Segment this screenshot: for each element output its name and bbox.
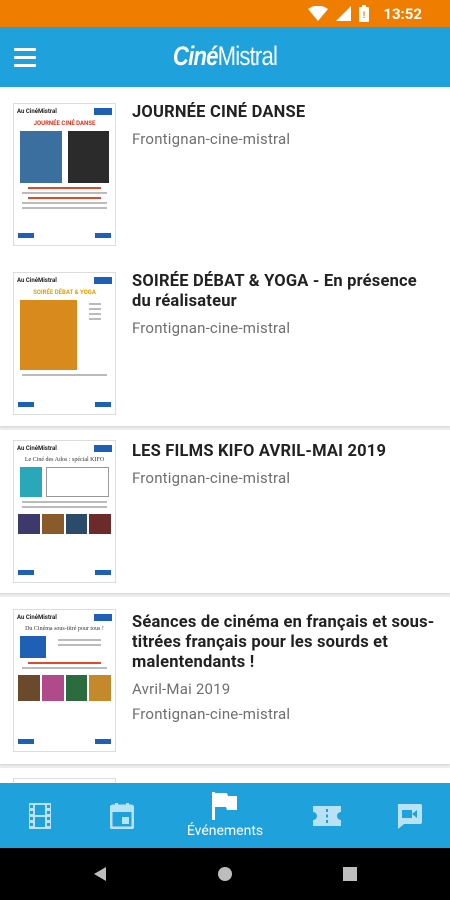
event-poster: Au CinéMistral JOURNÉE CINÉ DANSE: [13, 103, 116, 246]
nav-films[interactable]: [0, 783, 85, 848]
status-bar: ! 13:52: [0, 0, 450, 27]
event-card[interactable]: Au CinéMistral JOURNÉE CINÉ DANSE JOURNÉ…: [0, 87, 450, 262]
event-list[interactable]: Au CinéMistral JOURNÉE CINÉ DANSE JOURNÉ…: [0, 87, 450, 783]
nav-calendar[interactable]: [77, 783, 167, 848]
bottom-nav: Événements: [0, 783, 450, 848]
flag-icon: [212, 792, 237, 820]
nav-events-label: Événements: [186, 823, 264, 839]
nav-tickets[interactable]: [282, 783, 372, 848]
home-button[interactable]: [213, 862, 237, 886]
event-card[interactable]: Au CinéMistral SOIRÉE DÉBAT & YOGA SOIRÉ…: [0, 262, 450, 426]
event-card[interactable]: Au CinéMistral Du Cinéma sous-titré pour…: [0, 597, 450, 764]
status-time: 13:52: [383, 4, 422, 23]
battery-icon: !: [359, 5, 370, 22]
recents-button[interactable]: [338, 862, 362, 886]
back-button[interactable]: [88, 862, 112, 886]
event-title: JOURNÉE CINÉ DANSE: [132, 103, 306, 122]
nav-video[interactable]: [364, 783, 450, 848]
event-card[interactable]: [0, 768, 450, 783]
event-location: Frontignan-cine-mistral: [132, 705, 291, 723]
event-poster: Au CinéMistral Du Cinéma sous-titré pour…: [13, 609, 116, 752]
app-logo: CinéMistral: [172, 41, 278, 71]
recents-icon: [343, 867, 357, 881]
video-chat-icon: [397, 803, 422, 829]
cellular-signal-icon: [336, 6, 352, 21]
app-bar: CinéMistral: [0, 27, 450, 87]
event-location: Frontignan-cine-mistral: [132, 319, 291, 337]
wifi-icon: [308, 5, 329, 21]
event-location: Frontignan-cine-mistral: [132, 469, 291, 487]
event-poster: Au CinéMistral SOIRÉE DÉBAT & YOGA: [13, 272, 116, 415]
system-nav-bar: [0, 848, 450, 900]
event-poster: Au CinéMistral Le Ciné des Ados : spécia…: [13, 440, 116, 583]
back-icon: [94, 867, 106, 881]
calendar-icon: [110, 802, 134, 829]
nav-events[interactable]: Événements: [180, 783, 270, 848]
event-card[interactable]: Au CinéMistral Le Ciné des Ados : spécia…: [0, 430, 450, 593]
film-icon: [29, 802, 51, 829]
event-title: SOIRÉE DÉBAT & YOGA - En présence du réa…: [132, 272, 417, 311]
svg-text:!: !: [363, 10, 366, 20]
event-title: Séances de cinéma en français et sous-ti…: [132, 613, 435, 672]
event-title: LES FILMS KIFO AVRIL-MAI 2019: [132, 442, 387, 461]
event-date: Avril-Mai 2019: [132, 680, 231, 698]
ticket-icon: [313, 805, 341, 826]
home-icon: [218, 867, 232, 881]
event-location: Frontignan-cine-mistral: [132, 130, 291, 148]
